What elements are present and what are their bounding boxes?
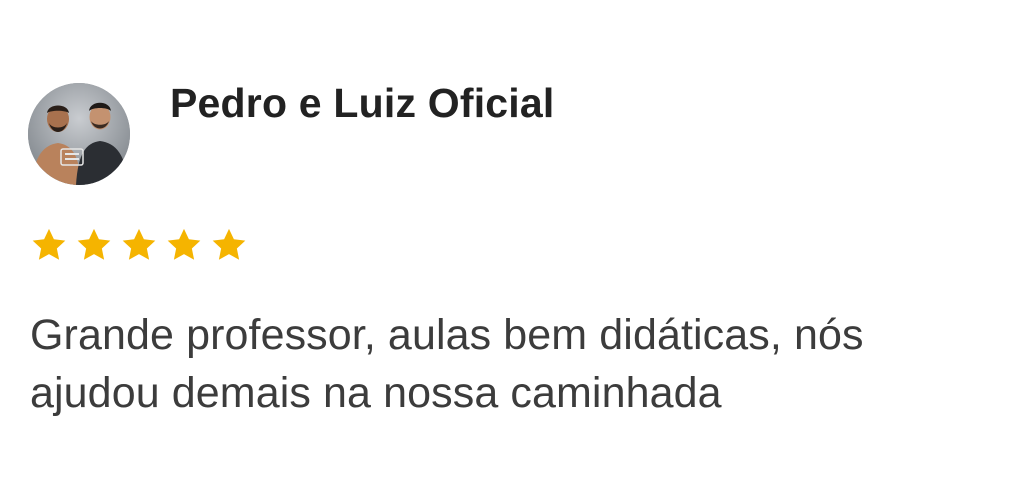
reviewer-name[interactable]: Pedro e Luiz Oficial (170, 80, 554, 127)
avatar-photo-icon (28, 83, 130, 185)
star-icon (122, 228, 156, 260)
review-card: Pedro e Luiz Oficial Grande professor, a… (0, 0, 1024, 478)
reviewer-avatar[interactable] (28, 83, 130, 185)
review-text-line: ajudou demais na nossa caminhada (30, 369, 722, 417)
review-text: Grande professor, aulas bem didáticas, n… (30, 306, 1010, 422)
star-icon (167, 228, 201, 260)
review-text-line: Grande professor, aulas bem didáticas, n… (30, 311, 864, 359)
star-icon (77, 228, 111, 260)
star-rating (30, 226, 248, 266)
star-icon (212, 228, 246, 260)
star-icon (32, 228, 66, 260)
